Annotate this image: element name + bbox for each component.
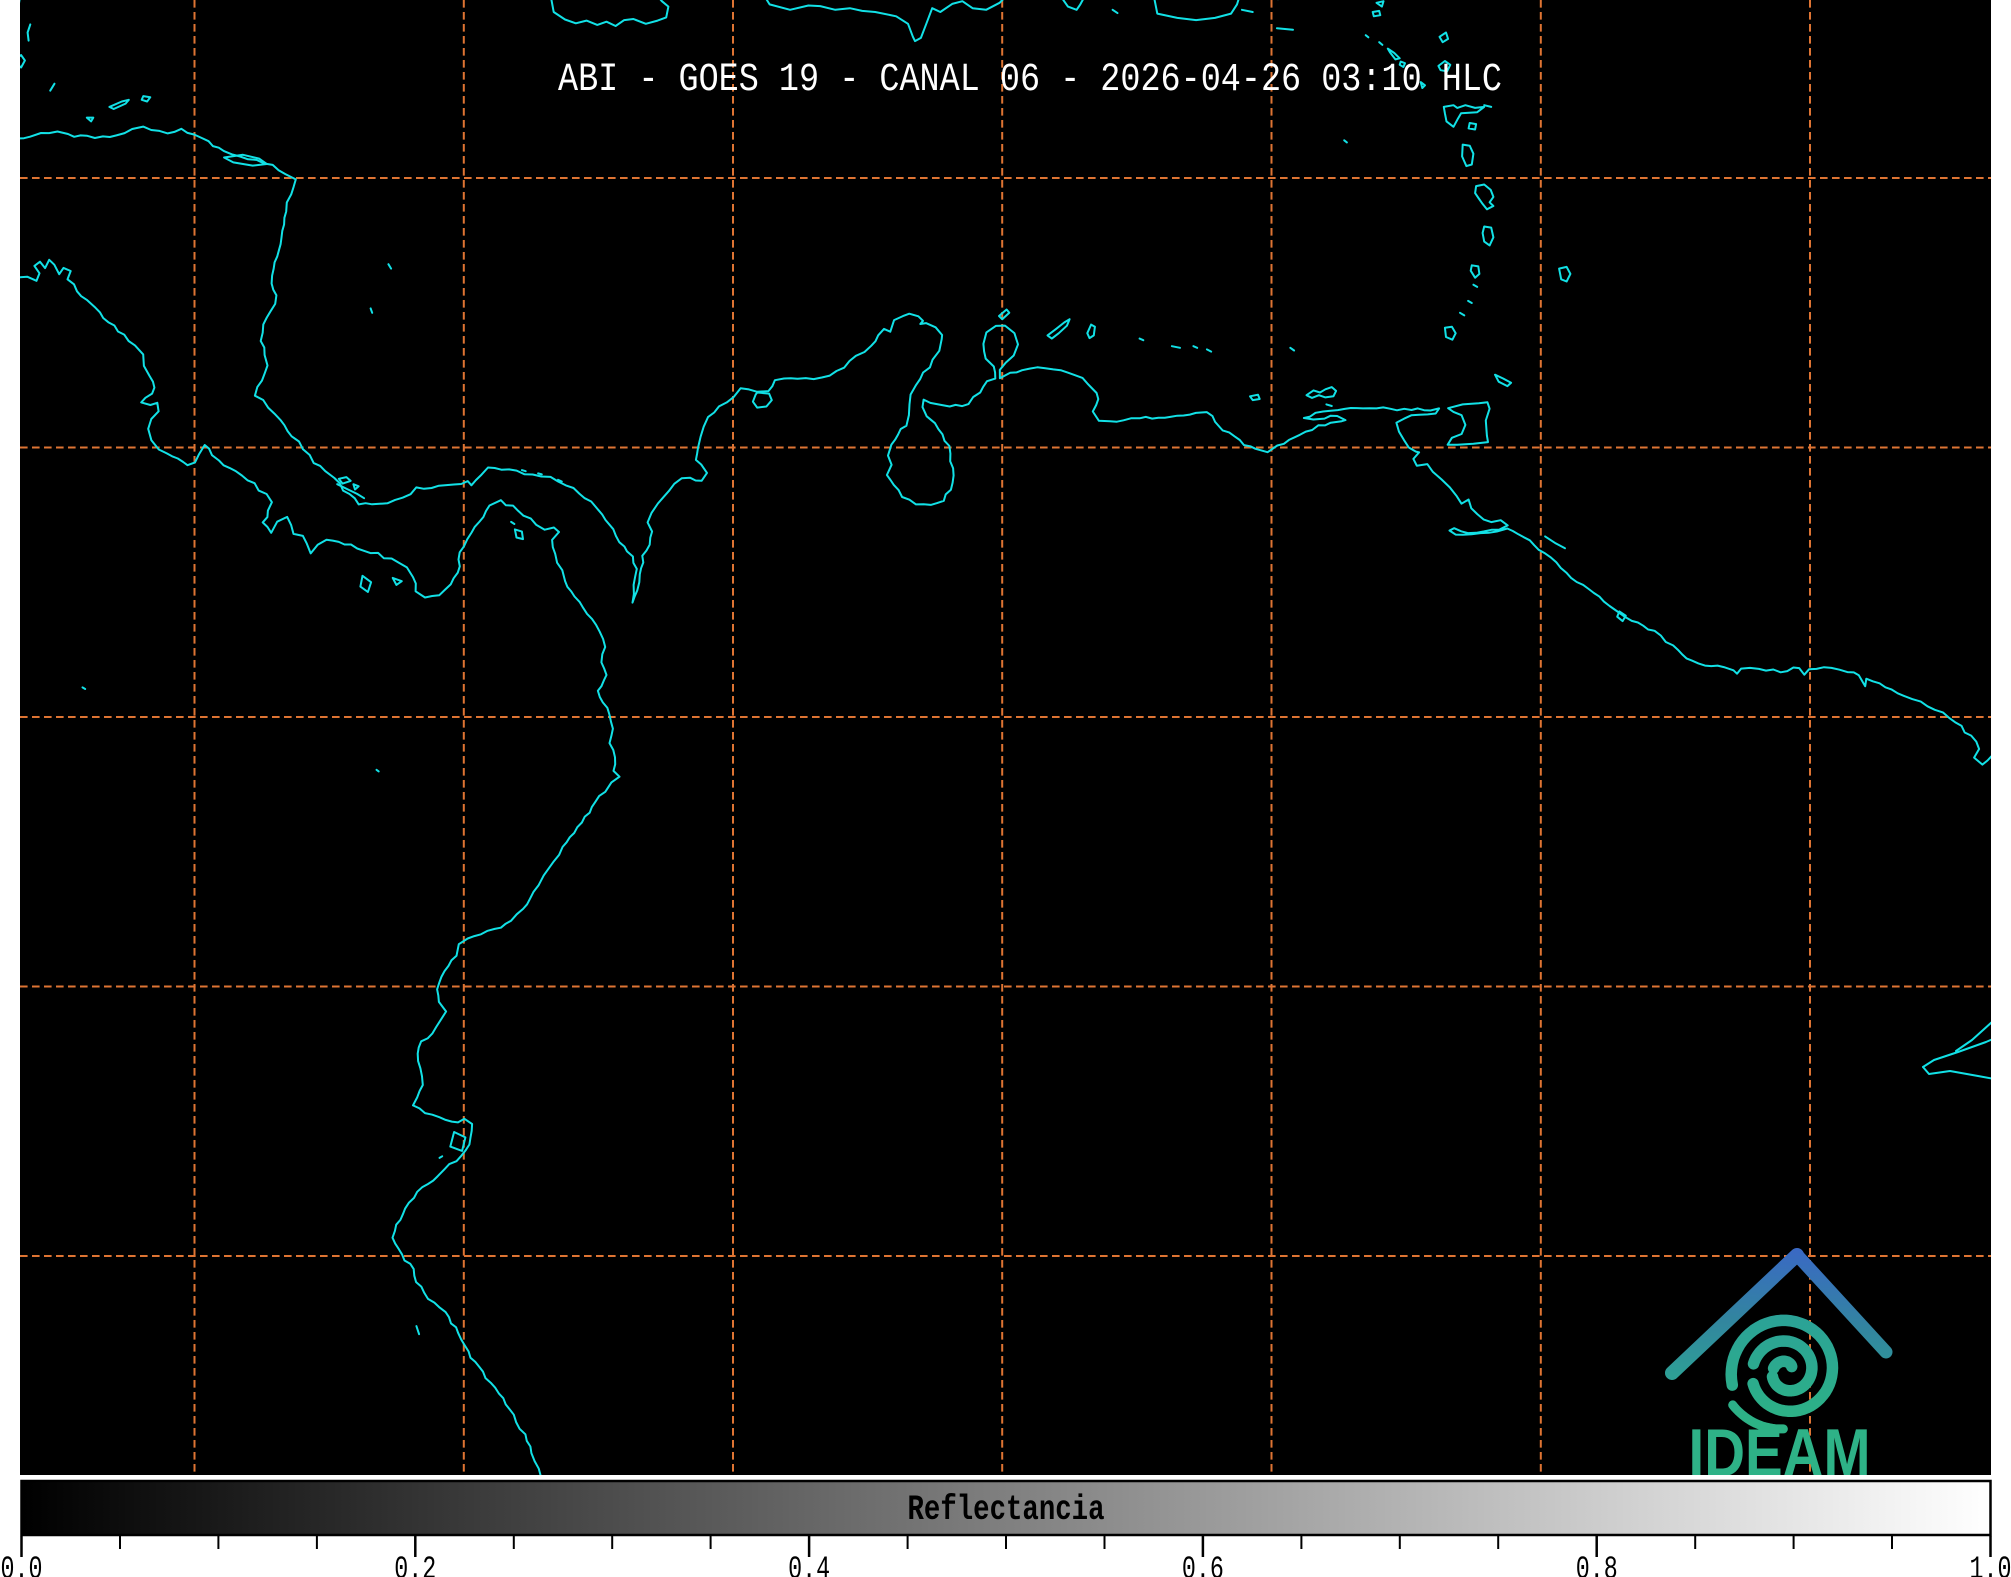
- svg-text:0.6: 0.6: [1182, 1551, 1224, 1577]
- svg-text:0.4: 0.4: [788, 1551, 830, 1577]
- svg-text:Reflectancia: Reflectancia: [908, 1490, 1105, 1530]
- svg-text:ABI - GOES 19 - CANAL 06 - 202: ABI - GOES 19 - CANAL 06 - 2026-04-26 03…: [558, 57, 1502, 102]
- svg-text:0.8: 0.8: [1576, 1551, 1618, 1577]
- svg-text:0.2: 0.2: [394, 1551, 436, 1577]
- svg-text:0.0: 0.0: [1, 1551, 43, 1577]
- svg-text:1.0: 1.0: [1970, 1551, 2011, 1577]
